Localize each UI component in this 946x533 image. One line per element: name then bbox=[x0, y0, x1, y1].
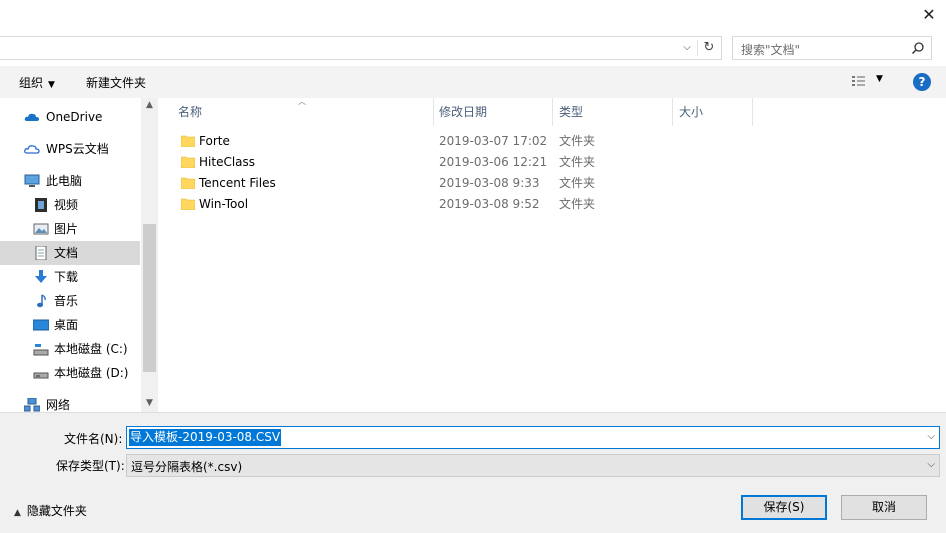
folder-icon bbox=[181, 135, 195, 147]
nav-scrollbar[interactable]: ▲ ▼ bbox=[141, 98, 158, 412]
search-icon[interactable] bbox=[911, 41, 925, 55]
nav-label: WPS云文档 bbox=[46, 142, 109, 156]
view-options-button[interactable]: ▼ bbox=[851, 74, 887, 90]
nav-label: 音乐 bbox=[54, 294, 79, 308]
file-name: Tencent Files bbox=[199, 176, 276, 190]
folder-icon bbox=[181, 177, 195, 189]
scroll-down-icon[interactable]: ▼ bbox=[144, 398, 155, 410]
scroll-up-icon[interactable]: ▲ bbox=[144, 100, 155, 112]
nav-label: 图片 bbox=[54, 222, 79, 236]
file-name: Forte bbox=[199, 134, 230, 148]
table-row[interactable]: Win-Tool 2019-03-08 9:52 文件夹 bbox=[159, 194, 919, 215]
scrollbar-thumb[interactable] bbox=[143, 224, 156, 372]
nav-item-this-pc[interactable]: 此电脑 bbox=[0, 169, 140, 193]
file-type: 文件夹 bbox=[559, 197, 596, 211]
filename-value: 导入模板-2019-03-08.CSV bbox=[129, 429, 282, 446]
nav-item-onedrive[interactable]: OneDrive bbox=[0, 105, 140, 129]
nav-label: 视频 bbox=[54, 198, 79, 212]
organize-button[interactable]: 组织 ▼ bbox=[19, 74, 55, 91]
nav-item-music[interactable]: 音乐 bbox=[0, 289, 140, 313]
column-header-name[interactable]: 名称 bbox=[159, 98, 433, 126]
cloud-outline-icon bbox=[24, 145, 40, 154]
chevron-down-icon[interactable]: ⌵ bbox=[680, 41, 694, 55]
chevron-down-icon[interactable]: ⌵ bbox=[927, 459, 935, 470]
help-icon[interactable]: ? bbox=[913, 73, 931, 91]
nav-item-wps-cloud[interactable]: WPS云文档 bbox=[0, 137, 140, 161]
nav-item-videos[interactable]: 视频 bbox=[0, 193, 140, 217]
file-type-value: 逗号分隔表格(*.csv) bbox=[131, 460, 243, 474]
computer-icon bbox=[24, 174, 40, 187]
document-icon bbox=[35, 246, 47, 260]
nav-label: 本地磁盘 (C:) bbox=[54, 342, 128, 356]
address-bar[interactable]: ⌵ ↻ bbox=[0, 36, 722, 60]
nav-item-drive-c[interactable]: 本地磁盘 (C:) bbox=[0, 337, 140, 361]
address-row: ⌵ ↻ 搜索"文档" bbox=[0, 30, 946, 66]
nav-label: 本地磁盘 (D:) bbox=[54, 366, 129, 380]
nav-label: 此电脑 bbox=[46, 174, 83, 188]
refresh-icon[interactable]: ↻ bbox=[701, 40, 717, 56]
file-date: 2019-03-06 12:21 bbox=[439, 155, 548, 169]
search-input[interactable]: 搜索"文档" bbox=[732, 36, 932, 60]
file-date: 2019-03-08 9:52 bbox=[439, 197, 540, 211]
table-row[interactable]: HiteClass 2019-03-06 12:21 文件夹 bbox=[159, 152, 919, 173]
details-view-icon bbox=[852, 76, 865, 86]
caret-down-icon: ▼ bbox=[48, 80, 55, 90]
hide-folders-toggle[interactable]: ▲ 隐藏文件夹 bbox=[14, 502, 87, 519]
search-placeholder: 搜索"文档" bbox=[741, 43, 801, 57]
save-options-panel: 文件名(N): 导入模板-2019-03-08.CSV ⌵ 保存类型(T): 逗… bbox=[0, 412, 946, 533]
nav-label: 桌面 bbox=[54, 318, 79, 332]
column-divider[interactable] bbox=[752, 98, 753, 126]
column-header-type[interactable]: 类型 bbox=[540, 98, 670, 126]
table-row[interactable]: Tencent Files 2019-03-08 9:33 文件夹 bbox=[159, 173, 919, 194]
nav-label: 下载 bbox=[54, 270, 79, 284]
drive-c-icon bbox=[33, 344, 49, 356]
nav-item-drive-d[interactable]: 本地磁盘 (D:) bbox=[0, 361, 140, 385]
music-icon bbox=[37, 294, 46, 308]
folder-icon bbox=[181, 156, 195, 168]
file-type: 文件夹 bbox=[559, 134, 596, 148]
chevron-down-icon[interactable]: ⌵ bbox=[927, 431, 935, 442]
new-folder-button[interactable]: 新建文件夹 bbox=[86, 74, 146, 91]
cancel-button[interactable]: 取消 bbox=[841, 495, 927, 520]
organize-label: 组织 bbox=[19, 76, 44, 90]
nav-item-pictures[interactable]: 图片 bbox=[0, 217, 140, 241]
video-icon bbox=[35, 198, 47, 212]
file-date: 2019-03-08 9:33 bbox=[439, 176, 540, 190]
file-type: 文件夹 bbox=[559, 176, 596, 190]
file-name: Win-Tool bbox=[199, 197, 249, 211]
picture-icon bbox=[33, 223, 49, 235]
nav-label: OneDrive bbox=[46, 110, 103, 124]
column-header-size[interactable]: 大小 bbox=[660, 98, 740, 126]
table-row[interactable]: Forte 2019-03-07 17:02 文件夹 bbox=[159, 131, 919, 152]
file-type-label: 保存类型(T): bbox=[56, 459, 125, 473]
nav-item-documents[interactable]: 文档 bbox=[0, 241, 140, 265]
network-icon bbox=[24, 398, 40, 412]
drive-icon bbox=[33, 372, 49, 379]
file-date: 2019-03-07 17:02 bbox=[439, 134, 548, 148]
command-toolbar: 组织 ▼ 新建文件夹 ▼ ? bbox=[0, 66, 946, 98]
close-icon[interactable]: ✕ bbox=[920, 6, 938, 24]
save-button[interactable]: 保存(S) bbox=[741, 495, 827, 520]
nav-item-desktop[interactable]: 桌面 bbox=[0, 313, 140, 337]
caret-down-icon: ▼ bbox=[876, 74, 883, 84]
desktop-icon bbox=[33, 319, 49, 331]
download-icon bbox=[35, 270, 47, 283]
title-bar: ✕ bbox=[0, 0, 946, 30]
folder-icon bbox=[181, 198, 195, 210]
file-name: HiteClass bbox=[199, 155, 256, 169]
navigation-pane: OneDrive WPS云文档 此电脑 视频 图片 文档 下载 音乐 桌面 本地… bbox=[0, 98, 158, 412]
caret-up-icon: ▲ bbox=[14, 508, 21, 518]
file-list-pane: ︿ 名称 修改日期 类型 大小 Forte 2019-03-07 17:02 文… bbox=[159, 97, 946, 412]
nav-label: 文档 bbox=[54, 246, 79, 260]
filename-label: 文件名(N): bbox=[64, 432, 123, 446]
filename-field[interactable]: 导入模板-2019-03-08.CSV ⌵ bbox=[126, 426, 940, 449]
hide-folders-label: 隐藏文件夹 bbox=[26, 504, 87, 518]
file-type-select[interactable]: 逗号分隔表格(*.csv) ⌵ bbox=[126, 454, 940, 477]
cloud-icon bbox=[24, 113, 39, 121]
file-type: 文件夹 bbox=[559, 155, 596, 169]
address-divider bbox=[697, 40, 698, 56]
nav-item-downloads[interactable]: 下载 bbox=[0, 265, 140, 289]
column-header-date[interactable]: 修改日期 bbox=[420, 98, 550, 126]
